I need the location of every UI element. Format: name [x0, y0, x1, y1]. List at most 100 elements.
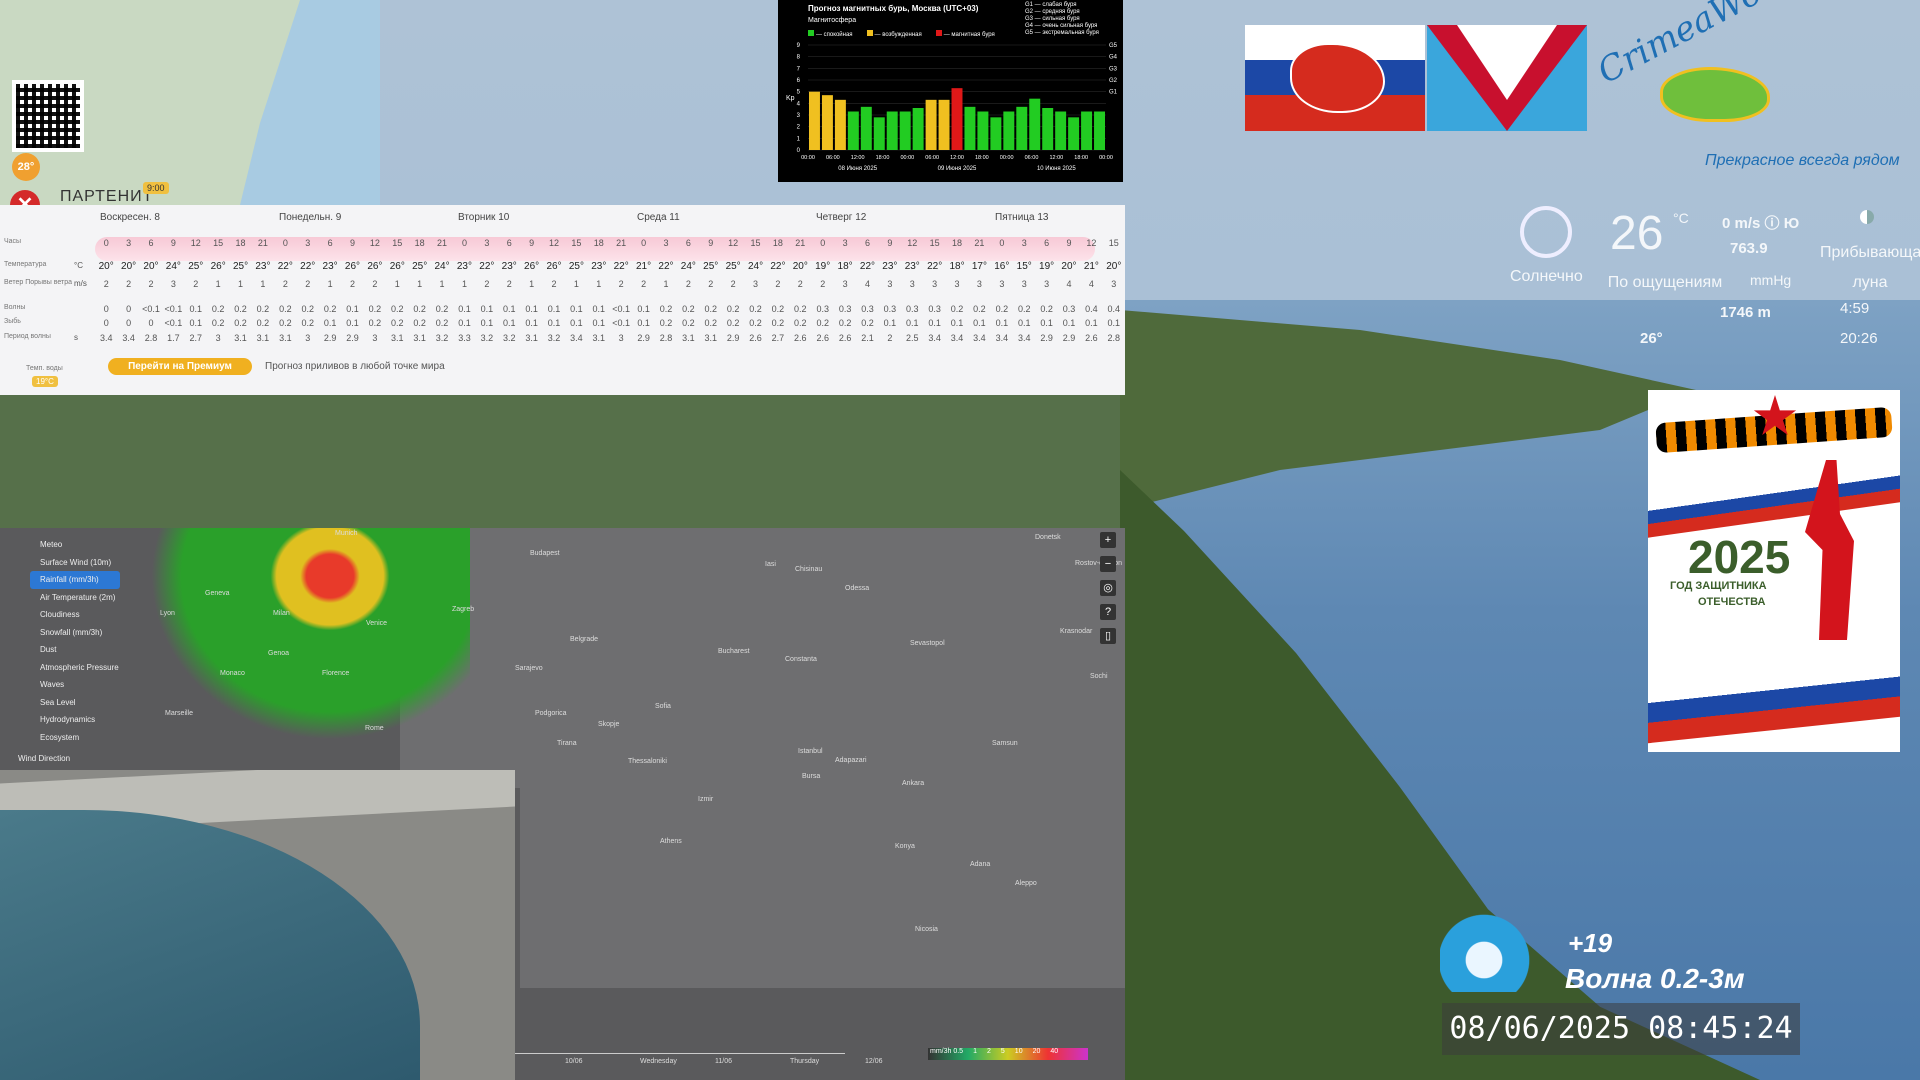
water-temp-chip: 19°C: [32, 376, 58, 387]
timeline[interactable]: 10/06 Wednesday 11/06 Thursday 12/06: [515, 1053, 883, 1071]
layer-item[interactable]: Hydrodynamics: [30, 711, 120, 729]
defender-year-poster: 2025 ГОД ЗАЩИТНИКА ОТЕЧЕСТВА: [1648, 390, 1900, 752]
forecast-cell: 0.2: [211, 304, 225, 314]
help-icon[interactable]: ?: [1100, 604, 1116, 620]
forecast-cell: 3: [753, 279, 759, 289]
forecast-cell: 3: [1021, 279, 1027, 289]
forecast-cell: 2: [103, 279, 109, 289]
y-tick-label: 8: [797, 55, 801, 61]
layer-item[interactable]: Air Temperature (2m): [30, 589, 120, 607]
forecast-cell: 0.1: [189, 318, 203, 328]
pressure-unit: mmHg: [1750, 272, 1792, 288]
timeline-label[interactable]: 11/06: [715, 1058, 732, 1065]
forecast-cell: 0.1: [502, 304, 516, 314]
timeline-label[interactable]: 12/06: [865, 1058, 883, 1065]
forecast-cell: 23°: [904, 261, 920, 272]
forecast-cell: 0.1: [480, 318, 494, 328]
forecast-cell: 6: [864, 238, 870, 248]
forecast-cell: 0.2: [704, 304, 717, 314]
city-label: Zagreb: [452, 606, 475, 613]
city-label: Donetsk: [1035, 534, 1061, 541]
forecast-cell: 1: [417, 279, 423, 289]
layer-item[interactable]: Ecosystem: [30, 729, 120, 747]
city-label: Monaco: [220, 670, 245, 677]
date-label: 08 Июня 2025: [838, 166, 877, 172]
forecast-cell: 25°: [188, 261, 204, 272]
layer-item[interactable]: Cloudiness: [30, 606, 120, 624]
kp-bar: [899, 111, 911, 150]
forecast-cell: 0.2: [995, 304, 1009, 314]
layer-item[interactable]: Sea Level: [30, 694, 120, 712]
y-tick-label: 6: [797, 78, 801, 84]
kp-bar: [860, 106, 872, 150]
layer-item[interactable]: Meteo: [30, 536, 120, 554]
forecast-cell: 0: [103, 318, 109, 328]
zoom-in-button[interactable]: +: [1100, 532, 1116, 548]
forecast-cell: 0.1: [637, 318, 650, 328]
forecast-cell: 3: [999, 279, 1005, 289]
timeline-label[interactable]: Thursday: [790, 1058, 819, 1065]
locate-icon[interactable]: ◎: [1100, 580, 1116, 596]
layer-item[interactable]: Atmospheric Pressure: [30, 659, 120, 677]
wind-direction-toggle[interactable]: Wind Direction: [18, 754, 70, 763]
forecast-cell: 24°: [680, 261, 696, 272]
forecast-cell: 0.3: [906, 304, 919, 314]
forecast-cell: 23°: [501, 261, 517, 272]
forecast-cell: 0.2: [794, 304, 807, 314]
place-label: ПАРТЕНИТ: [60, 188, 154, 205]
layer-menu[interactable]: Meteo Surface Wind (10m) Rainfall (mm/3h) A…: [30, 536, 120, 746]
forecast-cell: 6: [506, 238, 512, 248]
forecast-cell: 0.1: [480, 304, 494, 314]
forecast-cell: 0.1: [906, 318, 919, 328]
forecast-cell: 22°: [613, 261, 629, 272]
forecast-cell: 24°: [165, 261, 181, 272]
forecast-cell: <0.1: [612, 318, 631, 328]
forecast-cell: 0.1: [637, 304, 650, 314]
forecast-cell: 0.1: [973, 318, 986, 328]
premium-button[interactable]: Перейти на Премиум: [108, 358, 252, 375]
timeline-label[interactable]: 10/06: [565, 1058, 583, 1065]
brand-logo: CrimeaWonderland Прекрасное всегда рядом: [1591, 0, 1920, 172]
map-controls[interactable]: + − ◎ ? ▯: [1100, 532, 1116, 652]
forecast-cell: 21: [616, 238, 627, 248]
layer-item[interactable]: Surface Wind (10m): [30, 554, 120, 572]
forecast-cell: 3: [618, 333, 624, 343]
temperature-badge: 28°: [12, 153, 40, 181]
magnetic-storm-chart: Прогноз магнитных бурь, Москва (UTC+03) …: [778, 0, 1123, 182]
forecast-cell: 2.6: [1085, 333, 1098, 343]
current-temp: 26: [1610, 207, 1664, 260]
forecast-cell: 15: [213, 238, 224, 248]
moon-phase: Прибывающая луна: [1820, 244, 1920, 291]
layer-item[interactable]: Waves: [30, 676, 120, 694]
forecast-cell: 2.1: [861, 333, 874, 343]
layer-item[interactable]: Snowfall (mm/3h): [30, 624, 120, 642]
layer-item[interactable]: Dust: [30, 641, 120, 659]
forecast-cell: 12: [1086, 238, 1097, 248]
mobile-icon[interactable]: ▯: [1100, 628, 1116, 644]
forecast-cell: 22°: [300, 261, 316, 272]
forecast-cell: 2: [708, 279, 714, 289]
forecast-cell: 3.1: [682, 333, 695, 343]
forecast-cell: 9: [529, 238, 535, 248]
sunset-time: 20:26: [1840, 330, 1878, 347]
forecast-cell: 0.1: [189, 304, 203, 314]
forecast-cell: 0: [282, 238, 288, 248]
row-label: Часы: [4, 238, 22, 245]
zoom-out-button[interactable]: −: [1100, 556, 1116, 572]
forecast-cell: 0.2: [749, 318, 762, 328]
city-label: Tirana: [557, 740, 577, 747]
forecast-row: Ветер Порывы ветра m/s 2 2 2 3 2 1 1 1 2 2 1 2 2 1 1 1 1 2 2…: [0, 279, 1125, 294]
forecast-cell: 0.4: [1107, 304, 1121, 314]
forecast-cell: <0.1: [142, 304, 160, 314]
forecast-cell: 3.2: [502, 333, 516, 343]
forecast-cell: 4: [1088, 279, 1094, 289]
forecast-cell: 25°: [232, 261, 249, 272]
forecast-cell: 0.2: [1040, 304, 1053, 314]
city-label: Adana: [970, 861, 991, 868]
row-label: Период волны: [4, 333, 51, 340]
layer-item[interactable]: Rainfall (mm/3h): [30, 571, 120, 589]
city-label: Aleppo: [1015, 880, 1037, 887]
timeline-label[interactable]: Wednesday: [640, 1058, 677, 1065]
y-tick-label: 0: [797, 148, 801, 154]
legend-tick: 1: [973, 1048, 977, 1055]
